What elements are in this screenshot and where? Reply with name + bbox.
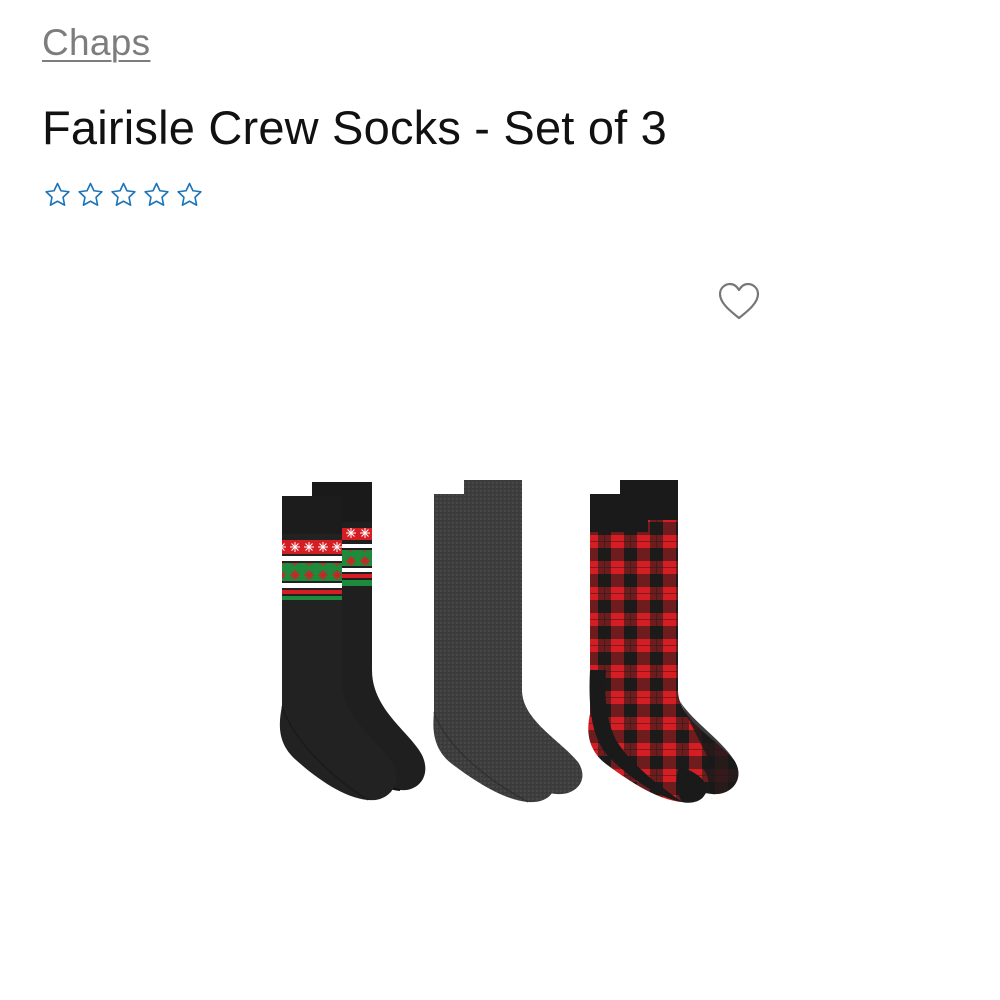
star-icon	[144, 182, 169, 206]
product-image[interactable]	[260, 470, 780, 810]
heart-icon	[718, 282, 760, 320]
star-icon	[111, 182, 136, 206]
product-title: Fairisle Crew Socks - Set of 3	[42, 101, 668, 154]
sock-fairisle-front	[279, 496, 397, 801]
product-page: Chaps Fairisle Crew Socks - Set of 3	[0, 0, 1000, 1000]
brand-link[interactable]: Chaps	[42, 22, 150, 64]
star-icon	[78, 182, 103, 206]
star-icon	[45, 182, 70, 206]
star-rating[interactable]	[42, 180, 205, 210]
wishlist-button[interactable]	[716, 280, 762, 322]
star-icon	[177, 182, 202, 206]
